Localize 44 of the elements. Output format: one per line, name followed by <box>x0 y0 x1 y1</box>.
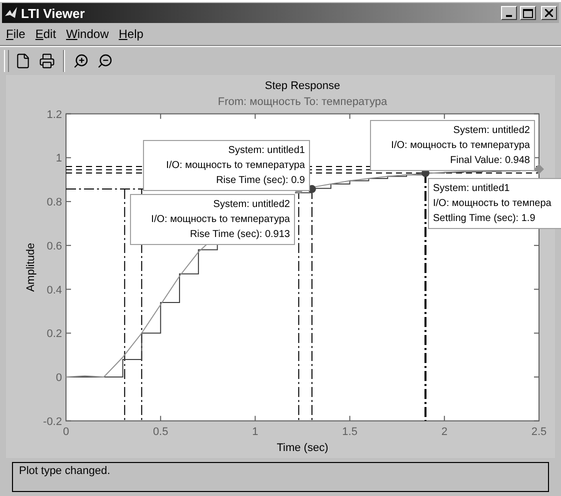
window-title: LTI Viewer <box>21 6 86 20</box>
x-tick-label: 1.5 <box>342 426 358 438</box>
status-text: Plot type changed. <box>19 465 110 477</box>
menu-item[interactable]: Window <box>62 27 113 41</box>
x-tick-label: 2 <box>441 426 448 438</box>
data-tip-text: Rise Time (sec): 0.913 <box>190 228 290 242</box>
close-button[interactable] <box>541 6 557 20</box>
close-icon <box>545 9 553 17</box>
chart-subtitle: From: мощность To: температура <box>218 96 388 108</box>
y-tick-label: 0.8 <box>46 196 62 209</box>
data-marker <box>534 164 544 174</box>
y-tick-label: 1 <box>56 152 62 165</box>
y-axis-label: Amplitude <box>25 242 37 292</box>
data-tip-text: I/O: мощность to температура <box>151 213 290 227</box>
x-axis-label: Time (sec) <box>276 442 328 454</box>
data-tip-text: I/O: мощность to температура <box>391 139 530 153</box>
x-tick-label: 2.5 <box>531 426 547 438</box>
data-tip-text: I/O: мощность to темпера <box>433 197 552 211</box>
print-button[interactable] <box>37 51 57 71</box>
data-tip-text: Final Value: 0.948 <box>450 154 530 168</box>
x-tick-label: 1 <box>252 426 258 438</box>
chart-title: Step Response <box>264 80 340 92</box>
y-tick-label: 0.4 <box>46 284 62 296</box>
app-icon <box>4 6 18 20</box>
data-tip-text: I/O: мощность to температура <box>166 159 305 173</box>
menu-item[interactable]: Help <box>114 27 148 41</box>
y-tick-label: 0.2 <box>46 328 62 340</box>
y-tick-label: 1.2 <box>46 108 62 121</box>
data-tip-text: System: untitled2 <box>213 198 290 212</box>
minimize-button[interactable] <box>501 6 517 20</box>
data-tip-text: System: untitled1 <box>433 182 510 196</box>
maximize-icon <box>523 8 533 18</box>
y-tick-label: 0.6 <box>46 240 62 252</box>
data-tip-text: System: untitled2 <box>453 124 530 138</box>
menu-item[interactable]: Edit <box>31 27 60 41</box>
data-tip-text: System: untitled1 <box>228 144 305 158</box>
data-tip-text: Rise Time (sec): 0.9 <box>216 174 305 188</box>
y-tick-label: -0.2 <box>43 416 62 428</box>
x-tick-label: 0.5 <box>152 426 168 438</box>
y-tick-label: 0 <box>56 372 62 384</box>
x-tick-label: 0 <box>62 426 70 438</box>
menu-item[interactable]: File <box>2 27 30 41</box>
maximize-button[interactable] <box>520 6 536 20</box>
data-tip-text: Settling Time (sec): 1.9 <box>433 212 536 226</box>
